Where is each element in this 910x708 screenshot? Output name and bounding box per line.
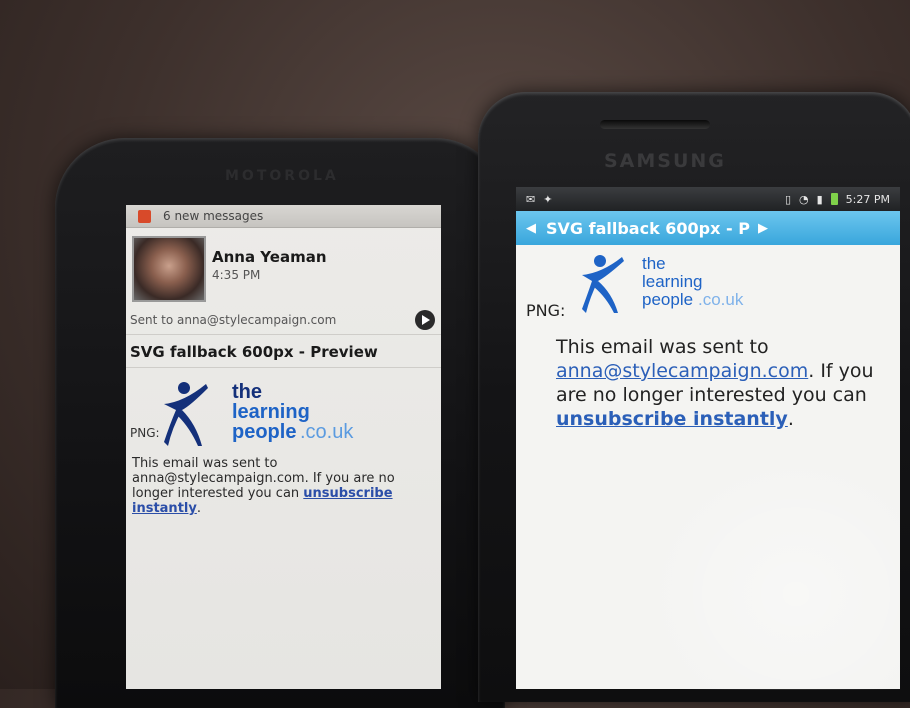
logo-line3-right: people <box>642 290 693 309</box>
logo-area-right: PNG: the learning people .co.uk <box>516 245 900 321</box>
vibrate-icon: ▯ <box>784 192 791 206</box>
body-trailing-right: . <box>787 408 794 430</box>
sender-row: Anna Yeaman 4:35 PM <box>126 228 441 306</box>
wifi-icon: ◔ <box>799 192 809 206</box>
mail-icon: ✉ <box>526 192 536 206</box>
logo-suffix-right: .co.uk <box>698 290 744 309</box>
logo-leg-icon <box>178 410 202 446</box>
png-label-left: PNG: <box>130 426 160 440</box>
logo-line1: the <box>232 381 262 403</box>
email-body-left: This email was sent to anna@stylecampaig… <box>126 450 441 516</box>
message-time: 4:35 PM <box>212 268 261 282</box>
sent-to-text: Sent to anna@stylecampaign.com <box>130 313 337 327</box>
sent-to-row: Sent to anna@stylecampaign.com <box>126 306 441 335</box>
battery-icon <box>830 193 838 205</box>
next-arrow-icon[interactable]: ▶ <box>758 221 768 236</box>
status-bar[interactable]: ✉ ✦ ▯ ◔ ▮ 5:27 PM <box>516 187 900 211</box>
notification-icon <box>138 209 151 223</box>
speaker-grille <box>600 120 710 129</box>
prev-arrow-icon[interactable]: ◀ <box>526 221 536 236</box>
learning-people-logo-right: the learning people .co.uk <box>582 254 744 313</box>
notification-text: 6 new messages <box>163 209 264 223</box>
body-trailing-left: . <box>196 501 201 516</box>
play-icon[interactable] <box>415 310 435 330</box>
email-title-right: SVG fallback 600px - P <box>546 218 750 238</box>
notification-bar[interactable]: 6 new messages <box>126 205 441 228</box>
logo-leg-icon-right <box>594 281 618 313</box>
png-label-right: PNG: <box>526 301 566 320</box>
logo-area-left: PNG: the learning people .co.uk <box>126 368 441 450</box>
left-phone-screen: 6 new messages Anna Yeaman 4:35 PM Sent … <box>126 205 441 689</box>
logo-line3: people <box>232 421 296 443</box>
learning-people-logo-left: the learning people .co.uk <box>164 381 354 446</box>
body-prefix-right: This email was sent to <box>556 336 769 358</box>
unsubscribe-link-right[interactable]: unsubscribe instantly <box>556 408 788 430</box>
logo-line2-right: learning <box>642 272 703 291</box>
avatar[interactable] <box>132 236 206 302</box>
logo-line2: learning <box>232 401 310 423</box>
sender-name: Anna Yeaman <box>212 248 327 266</box>
right-phone-brand: SAMSUNG <box>604 150 726 172</box>
logo-head-icon <box>178 382 190 394</box>
email-title-bar: ◀ SVG fallback 600px - P ▶ <box>516 211 900 245</box>
left-phone-brand: MOTOROLA <box>225 168 339 184</box>
status-time: 5:27 PM <box>845 192 890 206</box>
email-subject: SVG fallback 600px - Preview <box>126 335 441 368</box>
signal-icon: ▮ <box>816 192 823 206</box>
email-link-right[interactable]: anna@stylecampaign.com <box>556 360 808 382</box>
logo-suffix: .co.uk <box>300 421 354 443</box>
email-body-right: This email was sent to anna@stylecampaig… <box>516 321 900 431</box>
logo-line1-right: the <box>642 254 666 273</box>
logo-head-icon-right <box>594 255 606 267</box>
twitter-icon: ✦ <box>543 192 553 206</box>
right-phone-screen: ✉ ✦ ▯ ◔ ▮ 5:27 PM ◀ SVG fallback 600px -… <box>516 187 900 689</box>
